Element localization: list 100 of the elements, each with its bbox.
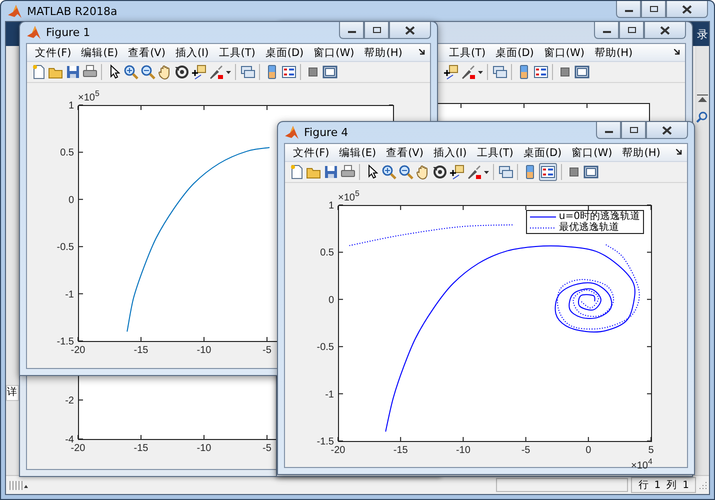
scroll-up-icon[interactable] bbox=[696, 94, 708, 103]
zoom-out-icon[interactable] bbox=[140, 64, 156, 80]
zoom-in-icon[interactable] bbox=[380, 164, 396, 180]
menu-item[interactable]: 编辑(E) bbox=[334, 146, 382, 160]
save-icon[interactable] bbox=[64, 64, 80, 80]
y-tick-label: -4 bbox=[65, 434, 74, 446]
hand-icon[interactable] bbox=[414, 164, 430, 180]
peak-logo-icon bbox=[7, 4, 22, 18]
x-axis-multiplier: ×10$^{4}$ bbox=[631, 457, 652, 472]
menu-item[interactable]: 工具(T) bbox=[214, 46, 260, 60]
menu-item[interactable]: 编辑(E) bbox=[76, 46, 124, 60]
data-cursor-icon[interactable] bbox=[442, 64, 458, 80]
x-tick-label: -15 bbox=[134, 443, 148, 454]
print-icon[interactable] bbox=[340, 164, 356, 180]
monitors-icon[interactable] bbox=[498, 164, 514, 180]
menu-item[interactable]: 桌面(D) bbox=[518, 146, 567, 160]
close-button[interactable] bbox=[389, 22, 431, 39]
y-tick-label: -1 bbox=[65, 289, 74, 300]
zoom-in-icon[interactable] bbox=[122, 64, 138, 80]
dock-arrow-icon[interactable] bbox=[676, 149, 683, 156]
x-tick-label: -15 bbox=[134, 345, 148, 356]
menu-item[interactable]: 帮助(H) bbox=[359, 46, 408, 60]
menu-item[interactable]: 工具(T) bbox=[444, 46, 491, 60]
menu-item[interactable]: 插入(I) bbox=[428, 146, 472, 160]
menu-item[interactable]: 工具(T) bbox=[472, 146, 518, 160]
close-icon bbox=[682, 4, 692, 14]
brush-icon[interactable] bbox=[466, 164, 482, 180]
y-tick-label: 0.5 bbox=[60, 148, 74, 159]
maximize-button[interactable] bbox=[364, 22, 389, 39]
column-number: 1 bbox=[682, 480, 689, 490]
y-tick-label: -1.5 bbox=[316, 436, 334, 448]
close-button[interactable] bbox=[666, 1, 708, 18]
y-tick-label: -0.5 bbox=[56, 242, 74, 254]
maximize-icon bbox=[648, 5, 658, 13]
minimize-button[interactable] bbox=[616, 1, 641, 18]
maximize-icon bbox=[372, 26, 382, 34]
maximize-icon bbox=[626, 26, 636, 34]
menu-item[interactable]: 桌面(D) bbox=[490, 46, 539, 60]
menu-item[interactable]: 文件(F) bbox=[288, 146, 334, 160]
y-tick-label: -1 bbox=[325, 389, 334, 400]
new-file-icon[interactable] bbox=[288, 164, 304, 180]
brush-icon[interactable] bbox=[208, 64, 224, 80]
menu-item[interactable]: 窗口(W) bbox=[538, 46, 590, 60]
menu-item[interactable]: 帮助(H) bbox=[589, 46, 638, 60]
window-icon[interactable] bbox=[322, 64, 338, 80]
menu-item[interactable]: 窗口(W) bbox=[308, 46, 360, 60]
y-tick-label: -0.5 bbox=[316, 342, 334, 354]
close-icon bbox=[660, 26, 670, 34]
data-cursor-icon[interactable] bbox=[190, 64, 206, 80]
y-tick-label: -2 bbox=[65, 396, 74, 406]
new-file-icon[interactable] bbox=[30, 64, 46, 80]
legend-icon[interactable] bbox=[539, 163, 557, 181]
side-tab[interactable]: 详 bbox=[6, 385, 19, 401]
peak-logo-icon bbox=[26, 25, 41, 40]
menu-item[interactable]: 查看(V) bbox=[123, 46, 170, 60]
toolstrip-label[interactable]: 录 bbox=[697, 26, 708, 42]
save-icon[interactable] bbox=[322, 164, 338, 180]
menu-item[interactable]: 文件(F) bbox=[30, 46, 76, 60]
x-tick-label: -10 bbox=[196, 345, 212, 356]
menu-item[interactable]: 桌面(D) bbox=[260, 46, 309, 60]
dock-arrow-icon[interactable] bbox=[419, 49, 426, 56]
minimize-button[interactable] bbox=[596, 122, 621, 139]
legend-label: u=0时的逃逸轨道 bbox=[558, 211, 640, 222]
zoom-out-icon[interactable] bbox=[398, 164, 414, 180]
maximize-icon bbox=[628, 126, 638, 134]
panel-grip-icon[interactable] bbox=[8, 479, 28, 491]
window-icon[interactable] bbox=[582, 164, 598, 180]
minimize-button[interactable] bbox=[594, 22, 619, 39]
menu-item[interactable]: 查看(V) bbox=[381, 146, 428, 160]
minimize-button[interactable] bbox=[339, 22, 364, 39]
maximize-button[interactable] bbox=[641, 1, 666, 18]
data-cursor-icon[interactable] bbox=[448, 164, 464, 180]
maximize-button[interactable] bbox=[621, 122, 646, 139]
y-tick-label: 1 bbox=[328, 200, 334, 212]
window-icon[interactable] bbox=[574, 64, 590, 80]
close-button[interactable] bbox=[644, 22, 686, 39]
print-icon[interactable] bbox=[82, 64, 98, 80]
maximize-button[interactable] bbox=[619, 22, 644, 39]
resize-grip-icon[interactable] bbox=[699, 481, 707, 489]
hand-icon[interactable] bbox=[156, 64, 172, 80]
brush-icon[interactable] bbox=[460, 64, 476, 80]
column-label: 列 bbox=[666, 479, 677, 492]
x-tick-label: 5 bbox=[648, 445, 654, 456]
rotate-icon[interactable] bbox=[174, 64, 190, 80]
x-tick-label: -10 bbox=[456, 445, 470, 456]
menu-item[interactable]: 帮助(H) bbox=[617, 146, 666, 160]
close-button[interactable] bbox=[646, 122, 688, 139]
search-icon[interactable] bbox=[696, 111, 708, 123]
legend-icon[interactable] bbox=[280, 64, 296, 80]
monitors-icon[interactable] bbox=[240, 64, 256, 80]
menu-item[interactable]: 窗口(W) bbox=[566, 146, 618, 160]
monitors-icon[interactable] bbox=[492, 64, 508, 80]
y-tick-label: 1 bbox=[68, 100, 74, 112]
rotate-icon[interactable] bbox=[432, 164, 448, 180]
x-tick-label: -20 bbox=[70, 443, 86, 454]
menu-item[interactable]: 插入(I) bbox=[170, 46, 214, 60]
legend-icon[interactable] bbox=[532, 64, 548, 80]
dock-arrow-icon[interactable] bbox=[674, 49, 681, 56]
x-tick-label: -5 bbox=[262, 443, 272, 454]
y-tick-label: 0 bbox=[68, 194, 74, 206]
